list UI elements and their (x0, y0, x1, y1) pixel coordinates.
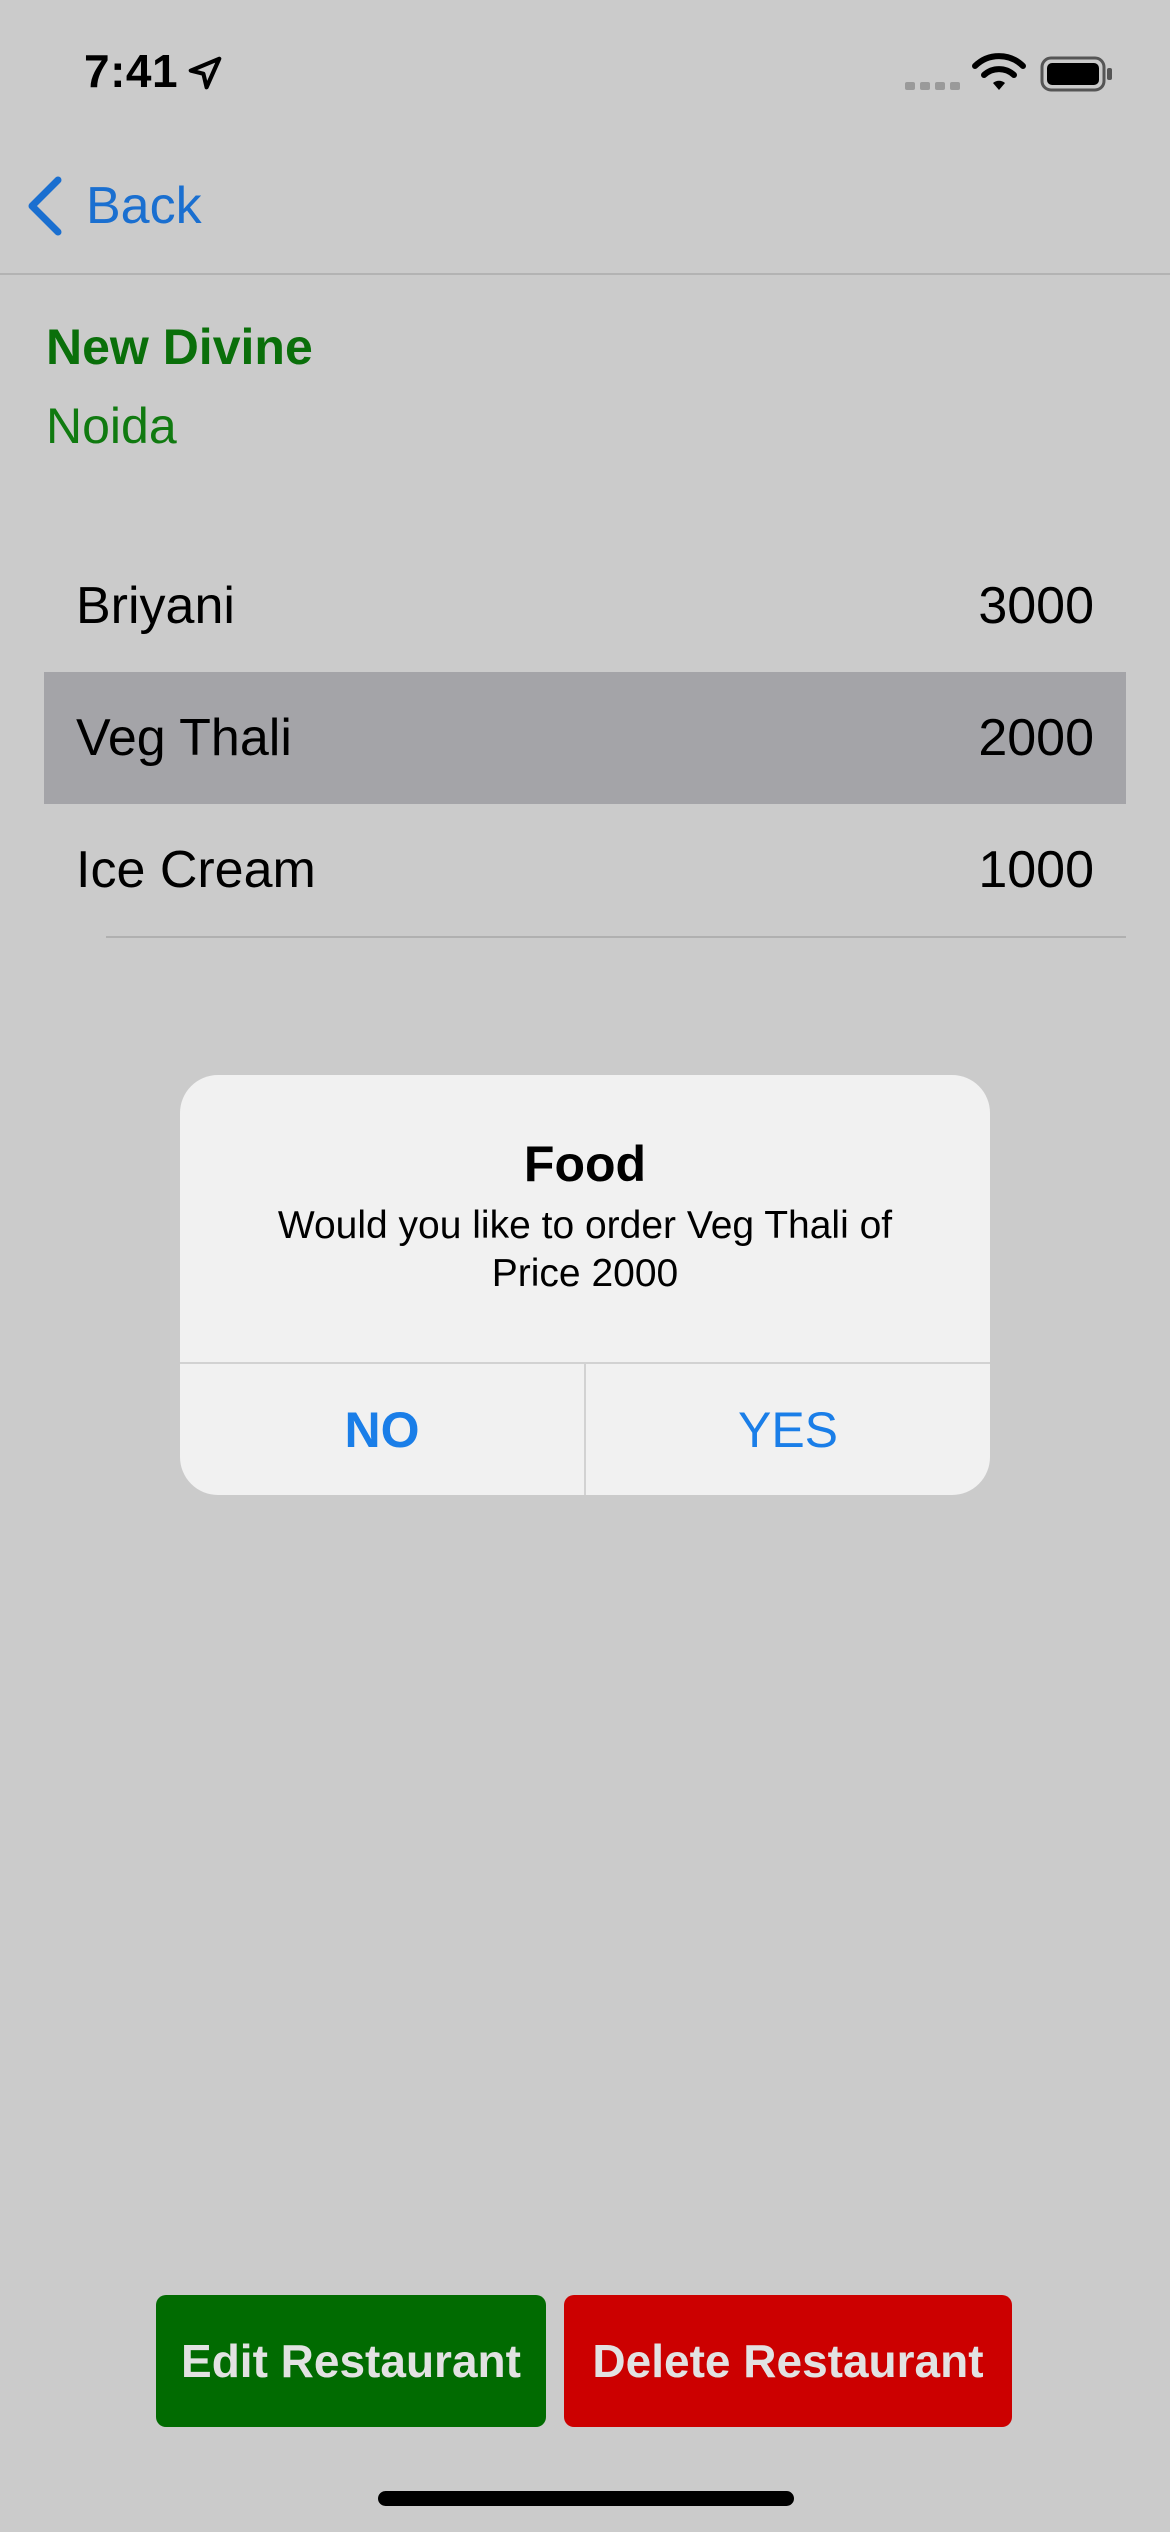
edit-restaurant-button[interactable]: Edit Restaurant (156, 2295, 546, 2427)
restaurant-city: Noida (46, 398, 177, 454)
alert-message: Would you like to order Veg Thali of Pri… (277, 1204, 893, 1295)
back-button[interactable]: Back (24, 170, 202, 242)
menu-row-selected[interactable]: Veg Thali 2000 (44, 672, 1126, 804)
menu-item-name: Veg Thali (76, 709, 292, 767)
home-indicator (378, 2491, 794, 2506)
menu-item-name: Briyani (76, 577, 235, 635)
menu-list: Briyani 3000 Veg Thali 2000 Ice Cream 10… (44, 540, 1126, 936)
list-divider (106, 936, 1126, 938)
menu-row[interactable]: Briyani 3000 (44, 540, 1126, 672)
menu-row[interactable]: Ice Cream 1000 (44, 804, 1126, 936)
wifi-icon (972, 53, 1026, 90)
status-bar: 7:41 (0, 0, 1170, 140)
menu-item-price: 2000 (978, 709, 1094, 767)
menu-item-name: Ice Cream (76, 841, 316, 899)
restaurant-name: New Divine (46, 319, 313, 375)
menu-item-price: 1000 (978, 841, 1094, 899)
alert-title: Food (523, 1136, 647, 1192)
menu-item-price: 3000 (978, 577, 1094, 635)
location-arrow-icon (188, 56, 222, 90)
back-label: Back (86, 177, 202, 235)
chevron-left-icon (28, 176, 62, 236)
delete-restaurant-button[interactable]: Delete Restaurant (564, 2295, 1012, 2427)
signal-icon (905, 82, 960, 90)
battery-icon (1040, 56, 1112, 92)
order-alert-dialog: Food Would you like to order Veg Thali o… (180, 1075, 990, 1495)
status-time: 7:41 (84, 45, 179, 97)
alert-yes-button[interactable]: YES (586, 1364, 990, 1495)
alert-no-button[interactable]: NO (180, 1364, 584, 1495)
